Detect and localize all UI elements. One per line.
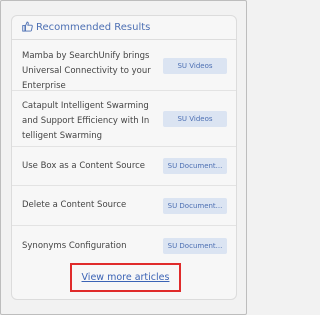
result-source-tag[interactable]: SU Document... (163, 158, 227, 174)
thumbs-up-icon (22, 21, 33, 32)
result-title-link[interactable]: Delete a Content Source (22, 198, 154, 213)
result-title-link[interactable]: Catapult Intelligent Swarming and Suppor… (22, 99, 154, 144)
result-row: Catapult Intelligent Swarming and Suppor… (12, 91, 236, 147)
view-more-articles-link[interactable]: View more articles (72, 265, 179, 290)
view-more-highlight: View more articles (70, 263, 181, 292)
result-row: Delete a Content Source SU Document... (12, 186, 236, 226)
result-source-tag[interactable]: SU Document... (163, 238, 227, 254)
result-title-link[interactable]: Mamba by SearchUnify brings Universal Co… (22, 49, 154, 94)
card-title: Recommended Results (36, 22, 151, 33)
card-header: Recommended Results (12, 16, 236, 40)
result-source-tag[interactable]: SU Videos (163, 111, 227, 127)
recommended-results-card: Recommended Results Mamba by SearchUnify… (11, 15, 237, 300)
widget-frame: Recommended Results Mamba by SearchUnify… (0, 0, 247, 315)
result-title-link[interactable]: Use Box as a Content Source (22, 159, 154, 174)
result-row: Use Box as a Content Source SU Document.… (12, 147, 236, 186)
result-row: Mamba by SearchUnify brings Universal Co… (12, 40, 236, 91)
result-source-tag[interactable]: SU Videos (163, 58, 227, 74)
result-source-tag[interactable]: SU Document... (163, 198, 227, 214)
result-row: Synonyms Configuration SU Document... (12, 226, 236, 264)
result-title-link[interactable]: Synonyms Configuration (22, 239, 154, 254)
